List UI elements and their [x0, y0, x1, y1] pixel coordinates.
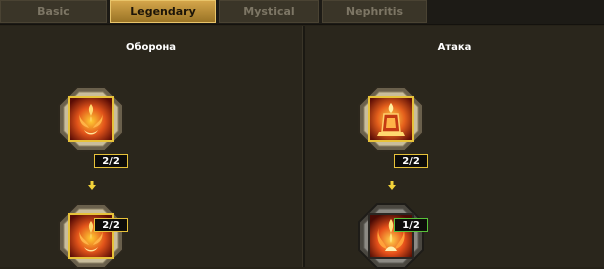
- tab-basic[interactable]: Basic: [0, 0, 107, 23]
- defense-skill-node-2[interactable]: [58, 203, 124, 269]
- attack-skill-node-2[interactable]: [358, 203, 424, 269]
- down-arrow-icon: [88, 181, 96, 190]
- defense-panel: Оборона 2/2 2/2: [0, 26, 302, 269]
- down-arrow-icon: [388, 181, 396, 190]
- tab-nephritis[interactable]: Nephritis: [322, 0, 427, 23]
- skill-rank-badge: 1/2: [394, 218, 428, 232]
- panel-title-defense: Оборона: [125, 42, 177, 53]
- defense-skill-node-1[interactable]: [58, 86, 124, 152]
- skill-rank-badge: 2/2: [94, 154, 128, 168]
- flame-statue-icon: [368, 96, 414, 142]
- tab-bar: Basic Legendary Mystical Nephritis: [0, 0, 604, 25]
- attack-skill-node-1[interactable]: [358, 86, 424, 152]
- flame-flower-icon: [68, 96, 114, 142]
- skill-rank-badge: 2/2: [394, 154, 428, 168]
- tab-legendary[interactable]: Legendary: [110, 0, 216, 23]
- skill-rank-badge: 2/2: [94, 218, 128, 232]
- attack-panel: Атака 2/2 1/2: [305, 26, 604, 269]
- tab-mystical[interactable]: Mystical: [219, 0, 319, 23]
- panel-title-attack: Атака: [437, 42, 472, 53]
